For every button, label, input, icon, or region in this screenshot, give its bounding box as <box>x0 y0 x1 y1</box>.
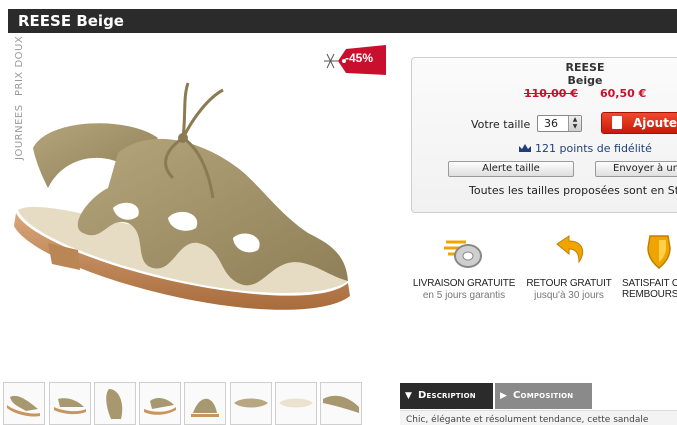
product-title: REESE Beige <box>18 12 124 30</box>
crown-icon <box>519 144 531 152</box>
new-price: 60,50 € <box>600 87 647 100</box>
stepper-arrows-icon[interactable]: ▲ ▼ <box>568 116 581 131</box>
size-alert-button[interactable]: Alerte taille <box>448 161 574 177</box>
thumbnail[interactable] <box>49 382 91 425</box>
caret-down-icon: ▼ <box>405 391 413 401</box>
tab-description[interactable]: ▼ Description <box>400 383 493 409</box>
discount-badge: -45% <box>322 44 388 78</box>
thumbnail[interactable] <box>139 382 181 425</box>
benefit-title: RETOUR GRATUIT <box>526 278 612 289</box>
size-select[interactable]: 36 ▲ ▼ <box>537 115 582 132</box>
product-title-bar: REESE Beige <box>0 0 677 33</box>
description-text: Chic, élégante et résolument tendance, c… <box>400 410 677 425</box>
thumbnail[interactable] <box>184 382 226 425</box>
loyalty-points[interactable]: 121 points de fidélité <box>518 142 652 155</box>
thumbnail[interactable] <box>320 382 362 425</box>
benefit-free-delivery[interactable]: LIVRAISON GRATUITE en 5 jours garantis <box>412 234 516 301</box>
buy-box: REESE Beige 110,00 € 60,50 € Votre taill… <box>411 57 677 213</box>
thumbnail[interactable] <box>275 382 317 425</box>
loyalty-points-text: 121 points de fidélité <box>535 142 652 155</box>
old-price: 110,00 € <box>524 87 578 100</box>
buybox-product-name: REESE <box>565 61 605 74</box>
benefit-title: LIVRAISON GRATUITE <box>412 278 516 289</box>
return-arrow-icon <box>556 235 584 264</box>
product-image[interactable] <box>8 38 388 373</box>
discount-label: -45% <box>345 51 374 65</box>
thumbnail[interactable] <box>3 382 45 425</box>
send-to-friend-button[interactable]: Envoyer à un ami <box>595 161 677 177</box>
add-to-cart-button[interactable]: Ajouter <box>601 112 677 134</box>
benefit-satisfaction[interactable]: SATISFAIT OU REMBOURSÉ <box>622 234 677 300</box>
benefit-free-return[interactable]: RETOUR GRATUIT jusqu'à 30 jours <box>524 234 614 301</box>
size-label: Votre taille <box>471 118 531 131</box>
thumbnail[interactable] <box>94 382 136 425</box>
shopping-bag-icon <box>612 116 622 129</box>
benefit-subtitle: en 5 jours garantis <box>422 290 506 301</box>
shield-icon <box>647 235 671 269</box>
stock-info: Toutes les tailles proposées sont en Sto… <box>469 184 677 197</box>
benefit-title: SATISFAIT OU <box>622 278 677 289</box>
truck-wheel-icon <box>444 240 482 268</box>
benefit-subtitle: REMBOURSÉ <box>622 289 677 300</box>
tab-description-label: Description <box>418 390 476 401</box>
add-to-cart-label: Ajouter <box>633 116 677 130</box>
buybox-color: Beige <box>567 74 603 87</box>
benefit-subtitle: jusqu'à 30 jours <box>534 290 604 301</box>
caret-right-icon: ▶ <box>500 391 508 401</box>
tab-composition[interactable]: ▶ Composition <box>495 383 592 409</box>
tab-composition-label: Composition <box>513 390 574 401</box>
size-value: 36 <box>544 117 558 130</box>
thumbnail[interactable] <box>230 382 272 425</box>
